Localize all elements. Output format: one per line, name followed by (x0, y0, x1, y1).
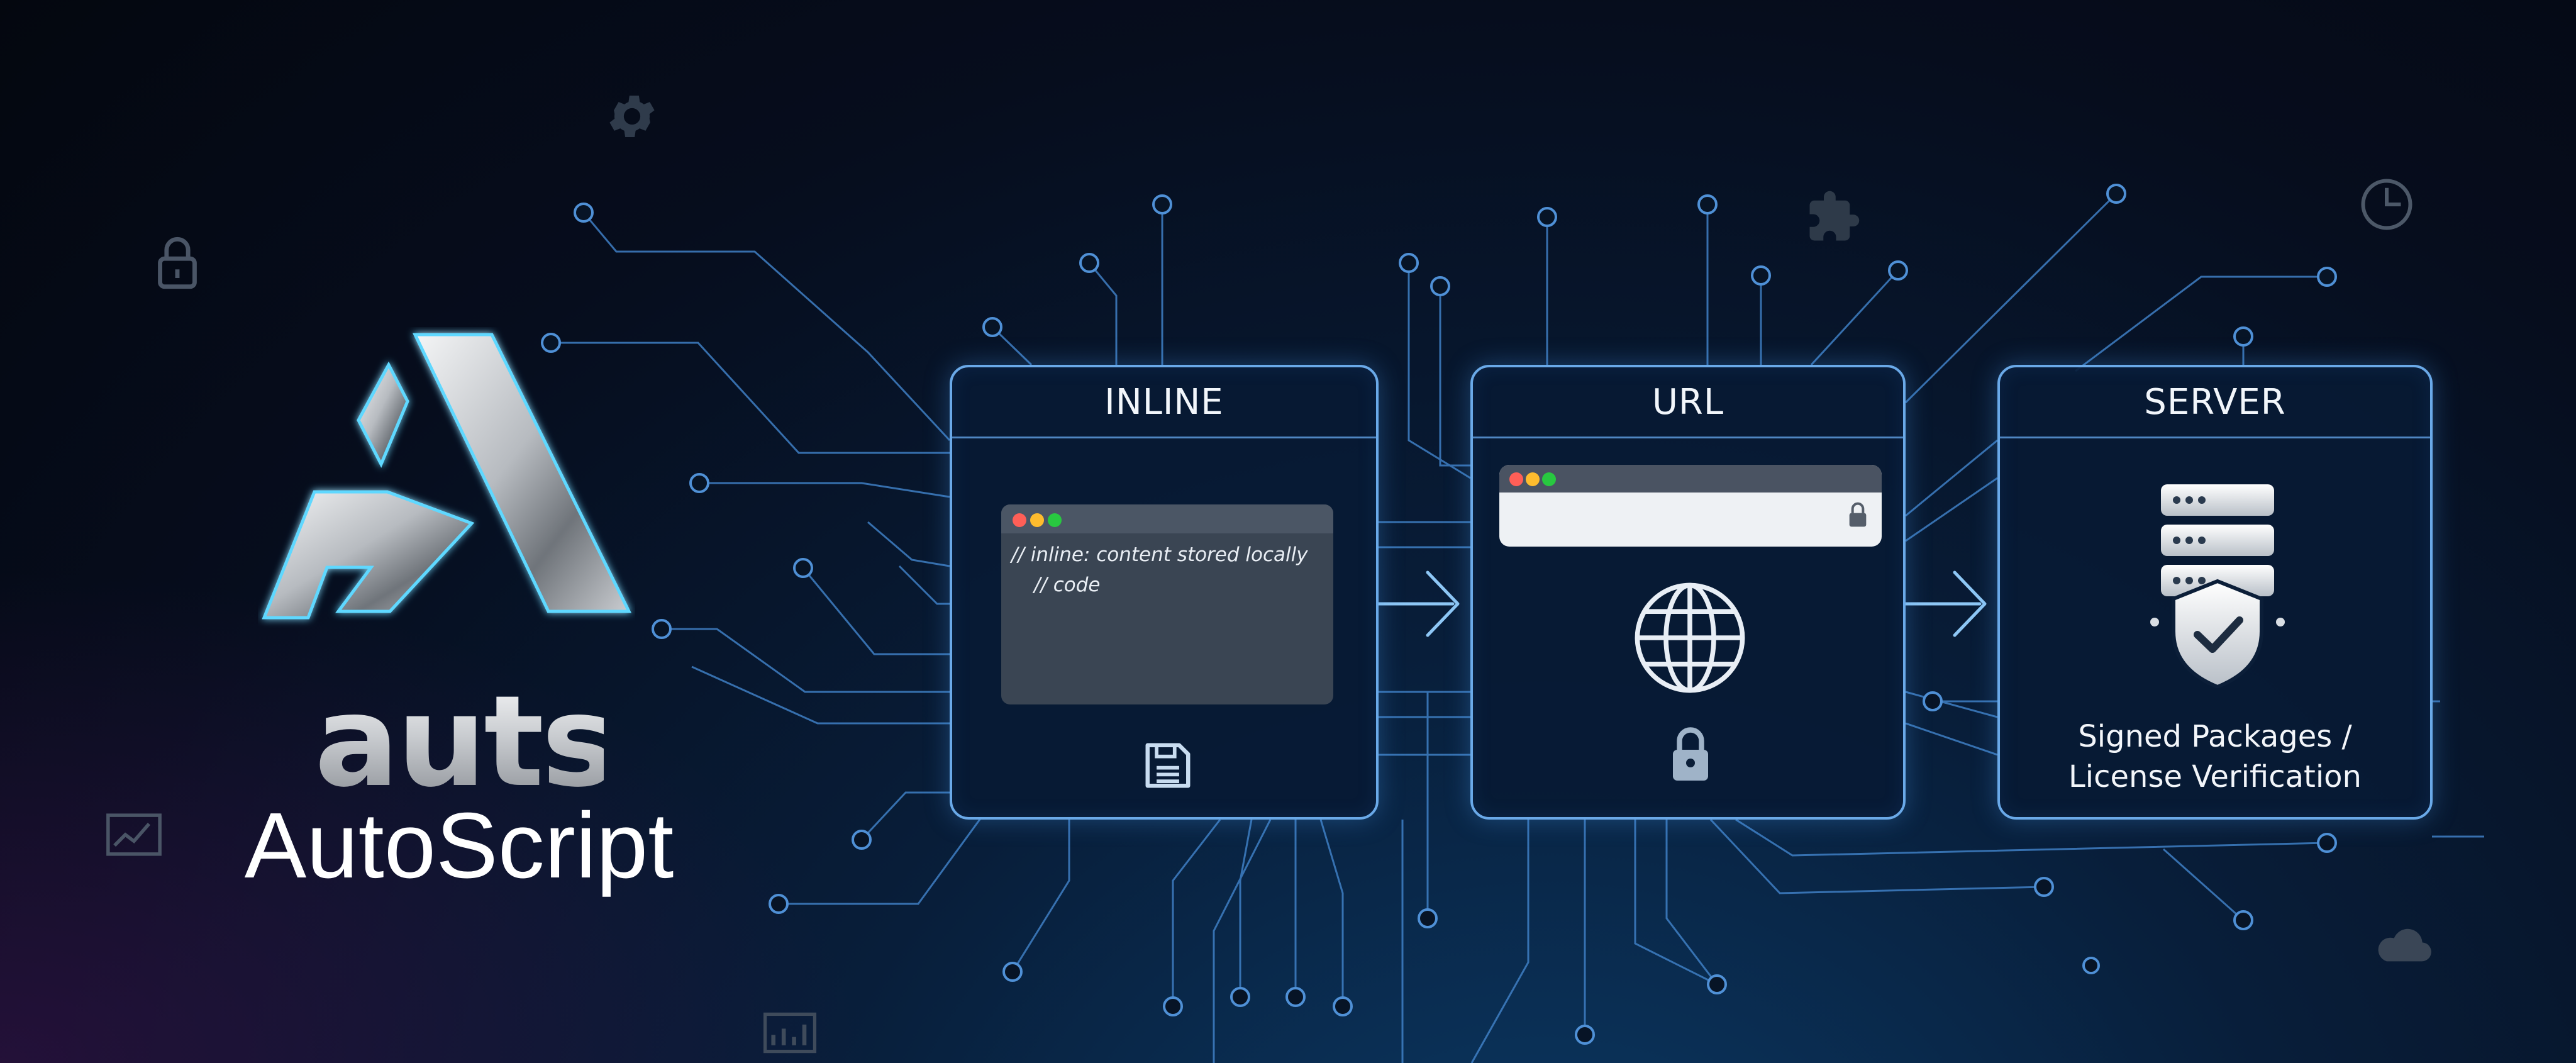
url-panel: URL (1470, 365, 1906, 820)
logo-wordmark: auts (314, 669, 616, 815)
panel-title-server: SERVER (2000, 367, 2430, 438)
maximize-dot-icon (1048, 513, 1062, 527)
minimize-dot-icon (1526, 472, 1540, 486)
code-line-1: // inline: content stored locally (1011, 543, 1308, 566)
gear-icon (609, 96, 655, 137)
inline-panel: INLINE // inline: content stored locally… (950, 365, 1379, 820)
puzzle-icon (1809, 191, 1860, 241)
address-lock-icon (1849, 502, 1867, 527)
shield-check-icon (2172, 579, 2263, 688)
panel-title-inline: INLINE (952, 367, 1376, 438)
chart-icon (106, 813, 162, 856)
server-stack-icon (2150, 484, 2285, 688)
close-dot-icon (1013, 513, 1026, 527)
code-content: // inline: content stored locally // cod… (1001, 533, 1333, 606)
server-panel: SERVER Signed Packages / License Verific… (1997, 365, 2433, 820)
server-caption-line-2: License Verification (2068, 759, 2362, 794)
padlock-icon (1673, 727, 1708, 781)
brand-name: AutoScript (244, 794, 674, 898)
code-line-2: // code (1034, 574, 1101, 596)
globe-icon (1635, 582, 1745, 693)
padlock-icon (158, 237, 197, 289)
code-editor-window: // inline: content stored locally // cod… (1001, 504, 1333, 704)
maximize-dot-icon (1542, 472, 1556, 486)
panel-title-url: URL (1473, 367, 1903, 438)
chart-icon (763, 1012, 817, 1054)
autoscript-logo-icon (262, 333, 632, 620)
window-titlebar (1001, 504, 1333, 533)
server-caption-line-1: Signed Packages / (2078, 719, 2352, 754)
cloud-icon (2378, 928, 2431, 962)
minimize-dot-icon (1030, 513, 1044, 527)
clock-icon (2361, 179, 2412, 230)
floppy-disk-icon (1145, 743, 1191, 788)
close-dot-icon (1509, 472, 1523, 486)
browser-window-icon (1499, 465, 1882, 547)
